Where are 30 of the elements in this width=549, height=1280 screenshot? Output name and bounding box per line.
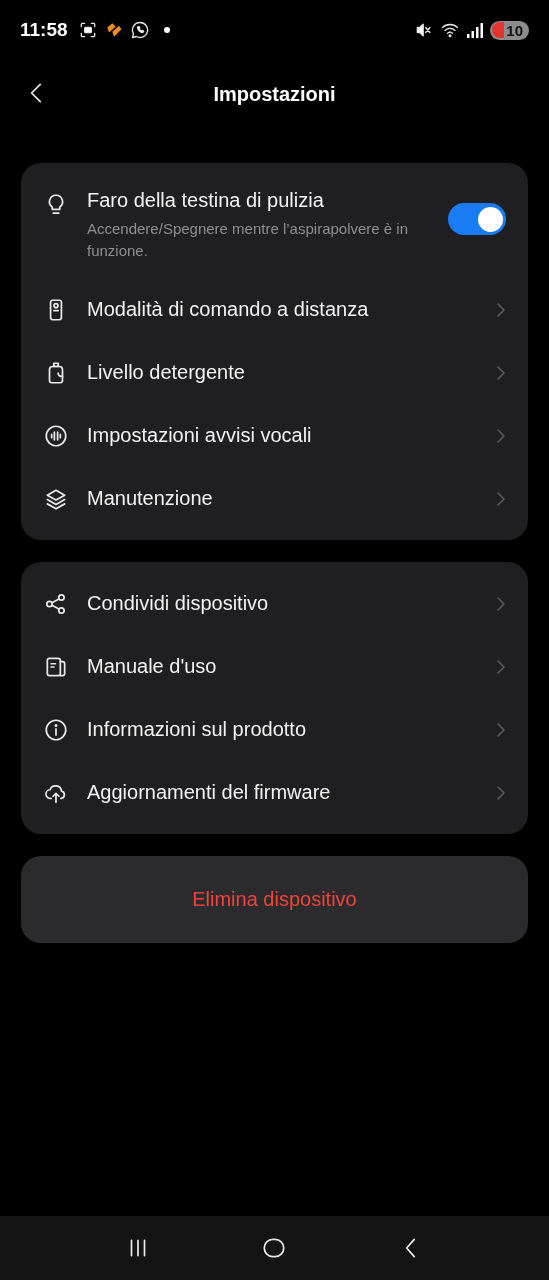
toggle-switch[interactable] xyxy=(448,203,506,235)
chevron-icon xyxy=(496,364,506,381)
chat-bubble-icon xyxy=(129,20,150,40)
settings-item[interactable]: Manutenzione xyxy=(21,467,528,530)
chevron-icon xyxy=(496,658,506,675)
settings-item[interactable]: Aggiornamenti del firmware xyxy=(21,761,528,824)
info-icon xyxy=(43,716,69,743)
notification-dot xyxy=(163,27,170,33)
settings-item[interactable]: Condividi dispositivo xyxy=(21,572,528,635)
settings-item[interactable]: Livello detergente xyxy=(21,341,528,404)
chevron-icon xyxy=(496,427,506,444)
home-button[interactable] xyxy=(261,1235,288,1261)
chevron-icon xyxy=(496,721,506,738)
home-icon xyxy=(261,1235,288,1261)
chevron-icon xyxy=(496,490,506,507)
settings-item[interactable]: Impostazioni avvisi vocali xyxy=(21,404,528,467)
status-time: 11:58 xyxy=(20,19,68,41)
chevron-icon xyxy=(496,595,506,612)
page-title: Impostazioni xyxy=(213,82,336,106)
setting-description: Accendere/Spegnere mentre l’aspirapolvere è in funzione. xyxy=(87,219,410,261)
settings-item[interactable]: Manuale d'uso xyxy=(21,635,528,698)
chevron-icon xyxy=(496,301,506,318)
signal-icon xyxy=(466,21,485,39)
chevron-icon xyxy=(496,784,506,801)
sound-wave-icon xyxy=(43,422,69,449)
battery-indicator: 10 xyxy=(490,20,529,40)
delete-device-button[interactable]: Elimina dispositivo xyxy=(21,856,528,943)
settings-item[interactable]: Modalità di comando a distanza xyxy=(21,278,528,341)
settings-item[interactable]: Informazioni sul prodotto xyxy=(21,698,528,761)
setting-label: Faro della testina di pulizia xyxy=(87,189,325,212)
